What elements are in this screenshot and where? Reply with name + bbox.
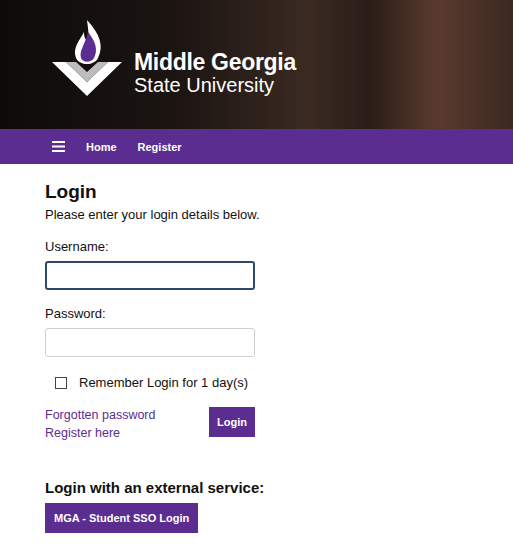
login-title: Login <box>45 180 513 204</box>
nav-link[interactable]: Home <box>86 141 117 153</box>
login-subtitle: Please enter your login details below. <box>45 207 513 223</box>
login-link[interactable]: Forgotten password <box>45 407 155 423</box>
nav-bar: Home Register <box>0 129 513 164</box>
password-input[interactable] <box>45 328 255 357</box>
login-links: Forgotten password Register here <box>45 407 155 441</box>
hamburger-menu-icon[interactable] <box>52 141 65 152</box>
external-title: Login with an external service: <box>45 479 513 497</box>
remember-row[interactable]: Remember Login for 1 day(s) <box>55 375 513 390</box>
sso-login-button[interactable]: MGA - Student SSO Login <box>45 503 198 533</box>
remember-checkbox[interactable] <box>55 377 67 389</box>
external-buttons: MGA - Student SSO Login <box>45 503 513 533</box>
logo-subtitle: State University <box>134 74 296 96</box>
site-header: Middle GeorgiaState University <box>0 0 513 129</box>
login-link[interactable]: Register here <box>45 425 155 441</box>
username-label: Username: <box>45 239 513 255</box>
login-button[interactable]: Login <box>209 407 255 437</box>
login-panel: Login Please enter your login details bel… <box>0 164 513 533</box>
password-label: Password: <box>45 306 513 322</box>
username-input[interactable] <box>45 261 255 290</box>
login-actions: Forgotten password Register here Login <box>45 407 255 441</box>
nav-link[interactable]: Register <box>138 141 182 153</box>
flame-logo-icon <box>50 18 124 98</box>
logo-title: Middle Georgia <box>134 50 296 74</box>
remember-label[interactable]: Remember Login for 1 day(s) <box>79 375 248 390</box>
logo-text: Middle GeorgiaState University <box>134 18 296 96</box>
